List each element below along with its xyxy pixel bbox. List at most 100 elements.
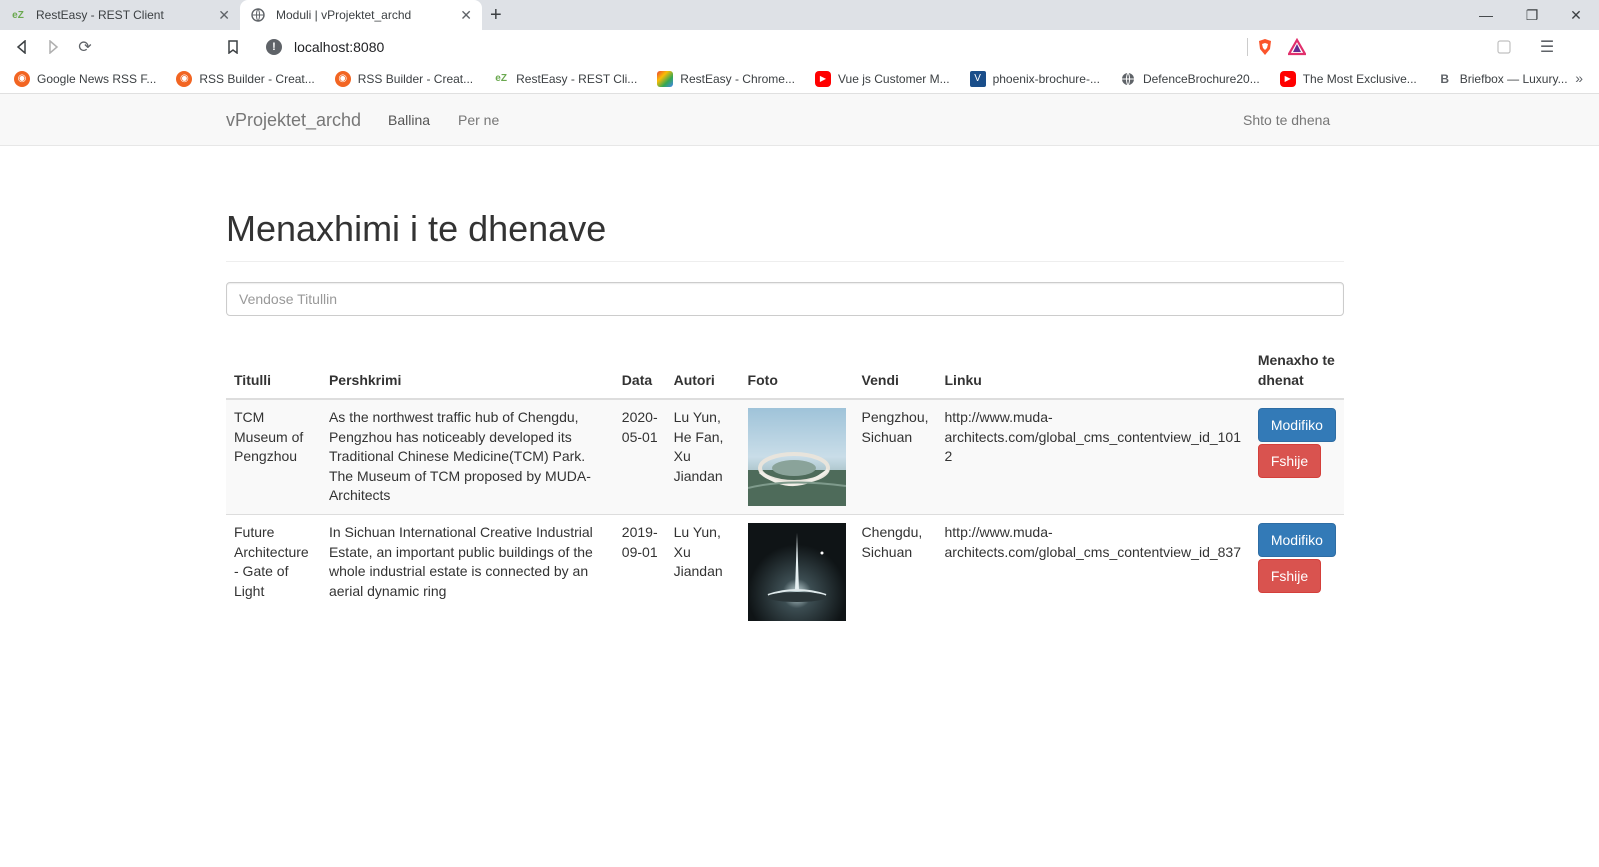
column-header: Data bbox=[613, 342, 666, 400]
nav-link-shto-te-dhena[interactable]: Shto te dhena bbox=[1243, 112, 1330, 128]
bookmark-label: RSS Builder - Creat... bbox=[357, 71, 474, 86]
cell-author: Lu Yun, Xu Jiandan bbox=[665, 514, 740, 629]
youtube-icon: ▶ bbox=[814, 70, 831, 87]
cell-link[interactable]: http://www.muda-architects.com/global_cm… bbox=[936, 514, 1250, 629]
nav-link-per-ne[interactable]: Per ne bbox=[458, 112, 499, 128]
bookmark-item[interactable]: ◉ RSS Builder - Creat... bbox=[176, 70, 315, 87]
delete-button[interactable]: Fshije bbox=[1257, 444, 1322, 478]
cell-description: As the northwest traffic hub of Chengdu,… bbox=[320, 398, 614, 515]
browser-tab-bar: eZ RestEasy - REST Client ✕ Moduli | vPr… bbox=[0, 0, 1599, 30]
rss-icon: ◉ bbox=[334, 70, 351, 87]
close-icon[interactable]: ✕ bbox=[460, 7, 472, 24]
bookmark-label: DefenceBrochure20... bbox=[1142, 71, 1260, 86]
cell-description: In Sichuan International Creative Indust… bbox=[320, 514, 614, 629]
bookmark-item[interactable]: RestEasy - Chrome... bbox=[657, 70, 795, 87]
tab-title: RestEasy - REST Client bbox=[36, 8, 164, 22]
resteasy-icon: eZ bbox=[12, 9, 24, 21]
table-header-row: Titulli Pershkrimi Data Autori Foto Vend… bbox=[226, 342, 1344, 400]
rss-icon: ◉ bbox=[176, 70, 193, 87]
bookmark-label: phoenix-brochure-... bbox=[992, 71, 1100, 86]
search-input[interactable] bbox=[226, 282, 1344, 316]
bookmark-label: Vue js Customer M... bbox=[837, 71, 950, 86]
rss-icon: ◉ bbox=[14, 70, 30, 87]
b-logo-icon: B bbox=[1440, 71, 1450, 86]
bookmark-label: RestEasy - Chrome... bbox=[680, 71, 795, 86]
minimize-icon[interactable]: — bbox=[1463, 0, 1509, 30]
page-title: Menaxhimi i te dhenave bbox=[226, 208, 1344, 262]
column-header: Foto bbox=[739, 342, 854, 400]
main-content: Menaxhimi i te dhenave Titulli Pershkrim… bbox=[226, 196, 1344, 629]
bookmark-icon[interactable] bbox=[223, 37, 243, 57]
brave-rewards-icon[interactable] bbox=[1287, 37, 1307, 56]
cell-photo bbox=[739, 514, 854, 629]
address-bar[interactable]: ! localhost:8080 bbox=[258, 34, 1316, 60]
bookmark-label: Google News RSS F... bbox=[37, 71, 157, 86]
site-brand[interactable]: vProjektet_archd bbox=[226, 110, 361, 131]
nav-link-ballina[interactable]: Ballina bbox=[388, 112, 430, 128]
column-header: Vendi bbox=[853, 342, 937, 400]
globe-icon bbox=[1120, 71, 1136, 87]
browser-tab-moduli[interactable]: Moduli | vProjektet_archd ✕ bbox=[240, 0, 482, 30]
cell-place: Chengdu, Sichuan bbox=[853, 514, 937, 629]
project-photo bbox=[747, 523, 846, 621]
bookmark-label: RSS Builder - Creat... bbox=[199, 71, 315, 86]
bookmark-item[interactable]: eZ RestEasy - REST Cli... bbox=[493, 71, 637, 87]
cell-actions: Modifiko Fshije bbox=[1249, 514, 1344, 629]
cell-title: Future Architecture - Gate of Light bbox=[226, 514, 321, 629]
cell-title: TCM Museum of Pengzhou bbox=[226, 398, 321, 515]
cell-place: Pengzhou, Sichuan bbox=[853, 398, 937, 515]
cell-photo bbox=[739, 398, 854, 515]
extension-icon[interactable] bbox=[1494, 37, 1514, 57]
reload-icon[interactable]: ⟳ bbox=[75, 37, 95, 57]
new-tab-icon[interactable]: + bbox=[490, 4, 502, 27]
bookmark-label: The Most Exclusive... bbox=[1302, 71, 1417, 86]
cell-date: 2019-09-01 bbox=[613, 514, 666, 629]
brave-shield-icon[interactable] bbox=[1256, 38, 1274, 56]
address-url: localhost:8080 bbox=[294, 39, 385, 55]
youtube-icon: ▶ bbox=[1279, 70, 1296, 87]
browser-toolbar: ⟳ ! localhost:8080 ☰ bbox=[0, 30, 1599, 64]
back-icon[interactable] bbox=[12, 37, 32, 57]
bookmark-item[interactable]: ▶ The Most Exclusive... bbox=[1279, 70, 1417, 87]
window-close-icon[interactable]: ✕ bbox=[1553, 0, 1599, 30]
cell-link[interactable]: http://www.muda-architects.com/global_cm… bbox=[936, 398, 1250, 515]
cell-date: 2020-05-01 bbox=[613, 398, 666, 515]
site-navbar: vProjektet_archd Ballina Per ne Shto te … bbox=[0, 94, 1599, 146]
column-header: Linku bbox=[936, 342, 1250, 400]
rainbow-icon bbox=[657, 70, 674, 87]
restore-icon[interactable]: ❐ bbox=[1509, 0, 1555, 30]
column-header: Menaxho te dhenat bbox=[1249, 342, 1344, 400]
bookmark-item[interactable]: DefenceBrochure20... bbox=[1120, 71, 1260, 87]
tab-title: Moduli | vProjektet_archd bbox=[276, 8, 412, 22]
data-table: Titulli Pershkrimi Data Autori Foto Vend… bbox=[226, 342, 1344, 629]
bookmark-item[interactable]: B Briefbox — Luxury... bbox=[1437, 71, 1568, 87]
close-icon[interactable]: ✕ bbox=[218, 7, 230, 24]
cell-actions: Modifiko Fshije bbox=[1249, 398, 1344, 515]
menu-icon[interactable]: ☰ bbox=[1537, 37, 1557, 57]
table-row: TCM Museum of Pengzhou As the northwest … bbox=[226, 398, 1344, 515]
project-photo bbox=[747, 408, 846, 506]
bookmark-item[interactable]: ◉ Google News RSS F... bbox=[14, 70, 157, 87]
bookmark-item[interactable]: ▶ Vue js Customer M... bbox=[814, 70, 950, 87]
bookmark-label: Briefbox — Luxury... bbox=[1459, 71, 1568, 86]
bookmarks-bar: ◉ Google News RSS F... ◉ RSS Builder - C… bbox=[0, 64, 1599, 94]
bookmark-item[interactable]: ◉ RSS Builder - Creat... bbox=[334, 70, 474, 87]
column-header: Autori bbox=[665, 342, 740, 400]
bookmark-item[interactable]: V phoenix-brochure-... bbox=[969, 70, 1100, 87]
v-logo-icon: V bbox=[969, 70, 986, 87]
column-header: Titulli bbox=[226, 342, 321, 400]
bookmark-label: RestEasy - REST Cli... bbox=[516, 71, 638, 86]
forward-icon[interactable] bbox=[43, 37, 63, 57]
more-bookmarks-icon[interactable]: » bbox=[1575, 70, 1583, 86]
cell-author: Lu Yun, He Fan, Xu Jiandan bbox=[665, 398, 740, 515]
browser-tab-resteasy[interactable]: eZ RestEasy - REST Client ✕ bbox=[0, 0, 240, 30]
resteasy-icon: eZ bbox=[495, 73, 507, 84]
edit-button[interactable]: Modifiko bbox=[1257, 408, 1336, 442]
info-icon[interactable]: ! bbox=[266, 39, 282, 55]
column-header: Pershkrimi bbox=[320, 342, 614, 400]
delete-button[interactable]: Fshije bbox=[1257, 559, 1322, 593]
edit-button[interactable]: Modifiko bbox=[1257, 523, 1336, 557]
table-row: Future Architecture - Gate of Light In S… bbox=[226, 514, 1344, 629]
globe-icon bbox=[250, 7, 266, 23]
divider bbox=[1247, 38, 1248, 56]
